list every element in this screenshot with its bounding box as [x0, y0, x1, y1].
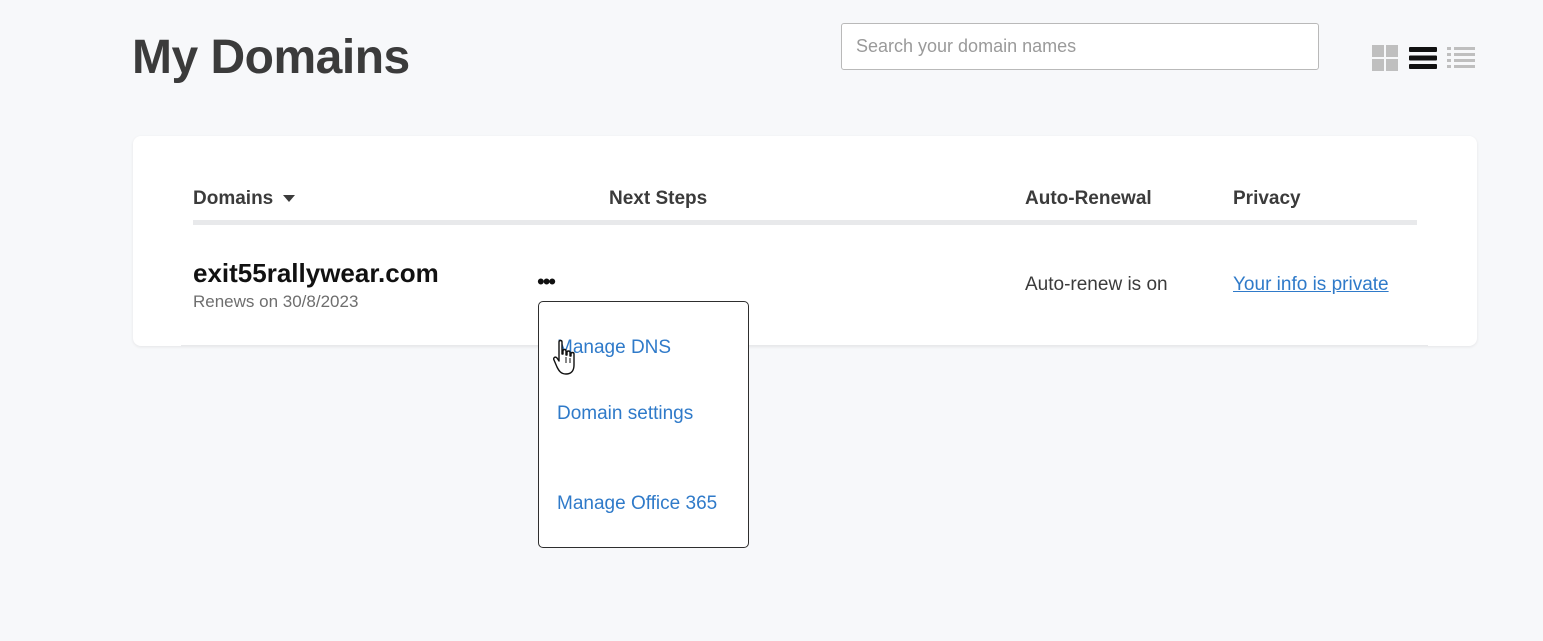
column-header-domains[interactable]: Domains	[193, 188, 296, 210]
table-row: exit55rallywear.com Renews on 30/8/2023 …	[193, 254, 1417, 324]
hand-pointer-cursor-icon	[553, 339, 575, 375]
page-title: My Domains	[132, 31, 410, 84]
table-header: Domains Next Steps Auto-Renewal Privacy	[193, 184, 1417, 225]
renewal-date: Renews on 30/8/2023	[193, 292, 359, 311]
menu-item-manage-office-365[interactable]: Manage Office 365	[557, 493, 717, 515]
view-toggle-group	[1371, 44, 1475, 72]
compact-list-view-icon[interactable]	[1447, 44, 1475, 72]
row-divider	[181, 345, 1428, 346]
domain-search-input[interactable]	[841, 23, 1319, 70]
column-header-auto-renewal: Auto-Renewal	[1025, 188, 1152, 209]
my-domains-page: My Domains Domains	[0, 0, 1543, 641]
list-view-icon[interactable]	[1409, 44, 1437, 72]
column-header-privacy: Privacy	[1233, 188, 1301, 209]
domains-table-card: Domains Next Steps Auto-Renewal Privacy …	[133, 136, 1477, 346]
sort-caret-down-icon	[283, 195, 296, 203]
privacy-status-link[interactable]: Your info is private	[1233, 274, 1389, 296]
column-header-domains-label: Domains	[193, 188, 274, 209]
column-header-next-steps: Next Steps	[609, 188, 708, 209]
auto-renew-status: Auto-renew is on	[1025, 274, 1168, 295]
menu-item-domain-settings[interactable]: Domain settings	[557, 403, 693, 425]
grid-view-icon[interactable]	[1371, 44, 1399, 72]
next-steps-more-button[interactable]: •••	[537, 270, 556, 294]
domain-name[interactable]: exit55rallywear.com	[193, 258, 439, 289]
